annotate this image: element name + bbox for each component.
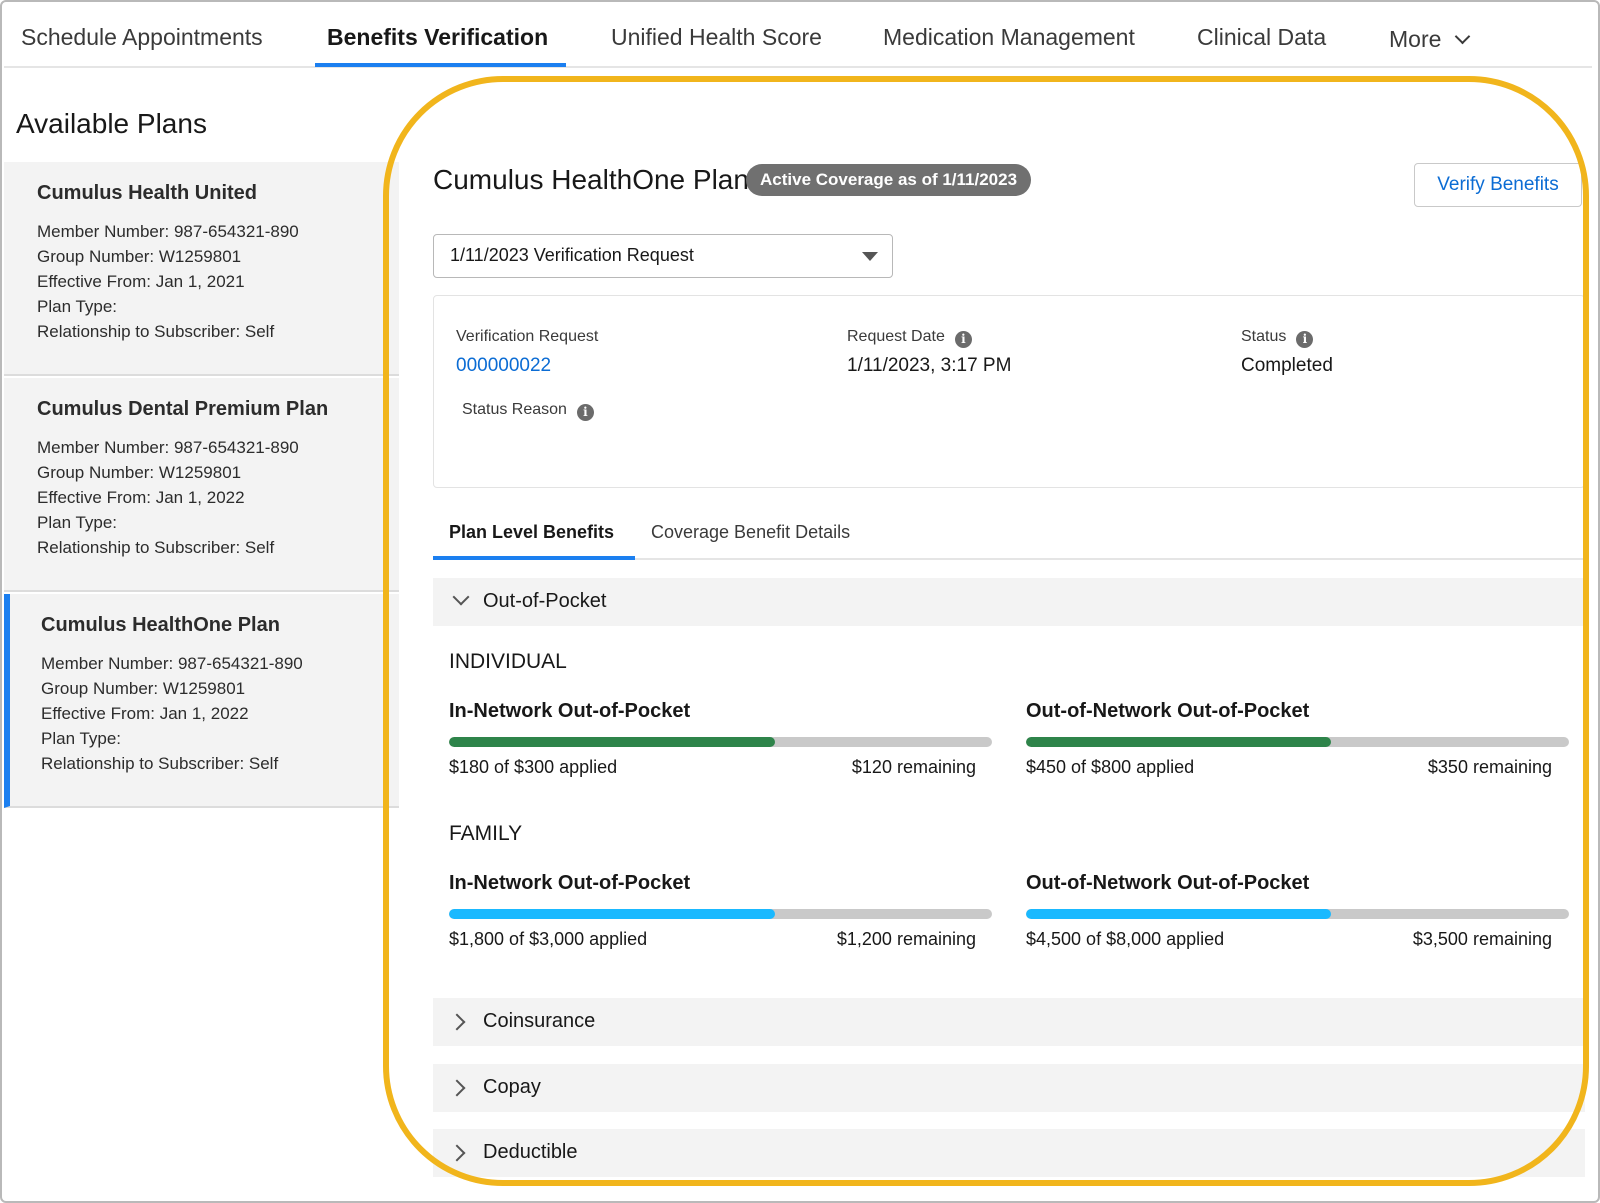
family-out-network-applied: $4,500 of $8,000 applied	[1026, 929, 1225, 949]
plan-card[interactable]: Cumulus Dental Premium Plan Member Numbe…	[4, 378, 399, 592]
verification-details-card: Verification Request 000000022 Request D…	[433, 295, 1585, 488]
plan-name: Cumulus HealthOne Plan	[41, 614, 280, 636]
family-out-network-progress-bar	[1026, 909, 1569, 919]
verify-benefits-button[interactable]: Verify Benefits	[1414, 163, 1582, 207]
active-tab-indicator	[315, 63, 566, 67]
family-in-network-title: In-Network Out-of-Pocket	[449, 872, 691, 894]
individual-in-network-remaining: $120 remaining	[851, 757, 976, 777]
tab-benefits-verification[interactable]: Benefits Verification	[327, 24, 548, 51]
family-heading: FAMILY	[449, 822, 523, 845]
status-label: Status i	[1241, 328, 1314, 348]
family-out-network-title: Out-of-Network Out-of-Pocket	[1026, 872, 1310, 894]
individual-out-network-applied: $450 of $800 applied	[1026, 757, 1195, 777]
status-label-text: Status	[1241, 328, 1287, 345]
group-number: Group Number: W1259801	[37, 463, 242, 482]
request-date-value: 1/11/2023, 3:17 PM	[847, 355, 1012, 376]
individual-in-network-title: In-Network Out-of-Pocket	[449, 700, 691, 722]
section-copay-label: Copay	[483, 1076, 541, 1098]
status-reason-label-text: Status Reason	[462, 401, 567, 418]
plan-type: Plan Type:	[37, 297, 118, 316]
tab-plan-level-benefits[interactable]: Plan Level Benefits	[449, 522, 614, 543]
tab-more-label: More	[1389, 26, 1442, 52]
available-plans-heading: Available Plans	[16, 108, 207, 139]
plan-type: Plan Type:	[37, 513, 118, 532]
group-number: Group Number: W1259801	[37, 247, 242, 266]
individual-out-network-title: Out-of-Network Out-of-Pocket	[1026, 700, 1310, 722]
section-deductible-label: Deductible	[483, 1141, 578, 1163]
chevron-down-icon	[452, 588, 470, 606]
verification-request-select-value: 1/11/2023 Verification Request	[450, 245, 694, 265]
family-in-network-progress-bar	[449, 909, 992, 919]
individual-in-network-applied: $180 of $300 applied	[449, 757, 618, 777]
chevron-down-icon	[1455, 28, 1471, 45]
section-out-of-pocket-label: Out-of-Pocket	[483, 590, 607, 612]
chevron-right-icon	[448, 1013, 466, 1031]
info-icon[interactable]: i	[1296, 331, 1314, 348]
section-out-of-pocket[interactable]: Out-of-Pocket	[433, 578, 1585, 626]
request-date-label: Request Date i	[847, 328, 972, 348]
info-icon[interactable]: i	[954, 331, 972, 348]
member-number: Member Number: 987-654321-890	[37, 438, 299, 457]
section-coinsurance-label: Coinsurance	[483, 1010, 596, 1032]
tab-clinical-data[interactable]: Clinical Data	[1197, 24, 1326, 51]
progress-fill	[1026, 909, 1332, 919]
active-subtab-indicator	[433, 556, 635, 560]
chevron-right-icon	[448, 1144, 466, 1162]
family-out-network-remaining: $3,500 remaining	[1412, 929, 1552, 949]
coverage-status-badge: Active Coverage as of 1/11/2023	[746, 164, 1032, 196]
individual-heading: INDIVIDUAL	[449, 650, 567, 673]
status-value: Completed	[1241, 355, 1333, 376]
status-reason-label: Status Reason i	[462, 401, 594, 421]
section-coinsurance[interactable]: Coinsurance	[433, 998, 1585, 1046]
tab-schedule-appointments[interactable]: Schedule Appointments	[21, 24, 263, 51]
tab-coverage-benefit-details[interactable]: Coverage Benefit Details	[651, 522, 850, 543]
effective-from: Effective From: Jan 1, 2021	[37, 272, 245, 291]
tab-medication-management[interactable]: Medication Management	[883, 24, 1135, 51]
individual-in-network-progress-bar	[449, 737, 992, 747]
progress-fill	[1026, 737, 1332, 747]
plan-type: Plan Type:	[41, 729, 122, 748]
chevron-right-icon	[448, 1079, 466, 1097]
plan-name: Cumulus Dental Premium Plan	[37, 398, 329, 420]
family-in-network-applied: $1,800 of $3,000 applied	[449, 929, 648, 949]
verification-request-link[interactable]: 000000022	[456, 355, 551, 377]
effective-from: Effective From: Jan 1, 2022	[41, 704, 249, 723]
plan-card-selected[interactable]: Cumulus HealthOne Plan Member Number: 98…	[4, 594, 399, 808]
request-date-label-text: Request Date	[847, 328, 945, 345]
top-nav: Schedule Appointments Benefits Verificat…	[4, 0, 1592, 68]
plan-title: Cumulus HealthOne Plan	[433, 164, 749, 195]
member-number: Member Number: 987-654321-890	[37, 222, 299, 241]
individual-out-network-progress-bar	[1026, 737, 1569, 747]
tab-more[interactable]: More	[1389, 26, 1471, 53]
progress-fill	[449, 737, 775, 747]
info-icon[interactable]: i	[576, 404, 594, 421]
plan-name: Cumulus Health United	[37, 182, 258, 204]
relationship-to-subscriber: Relationship to Subscriber: Self	[37, 322, 275, 341]
progress-fill	[449, 909, 775, 919]
relationship-to-subscriber: Relationship to Subscriber: Self	[41, 754, 279, 773]
plan-card[interactable]: Cumulus Health United Member Number: 987…	[4, 162, 399, 376]
verification-request-label: Verification Request	[456, 328, 599, 345]
member-number: Member Number: 987-654321-890	[41, 654, 303, 673]
individual-out-network-remaining: $350 remaining	[1427, 757, 1552, 777]
relationship-to-subscriber: Relationship to Subscriber: Self	[37, 538, 275, 557]
section-copay[interactable]: Copay	[433, 1064, 1585, 1112]
section-deductible[interactable]: Deductible	[433, 1129, 1585, 1177]
caret-down-icon	[862, 252, 878, 261]
benefit-subtabs: Plan Level Benefits Coverage Benefit Det…	[433, 512, 1585, 560]
tab-unified-health-score[interactable]: Unified Health Score	[611, 24, 822, 51]
effective-from: Effective From: Jan 1, 2022	[37, 488, 245, 507]
family-in-network-remaining: $1,200 remaining	[836, 929, 976, 949]
group-number: Group Number: W1259801	[41, 679, 246, 698]
verification-request-select[interactable]: 1/11/2023 Verification Request	[433, 234, 893, 278]
